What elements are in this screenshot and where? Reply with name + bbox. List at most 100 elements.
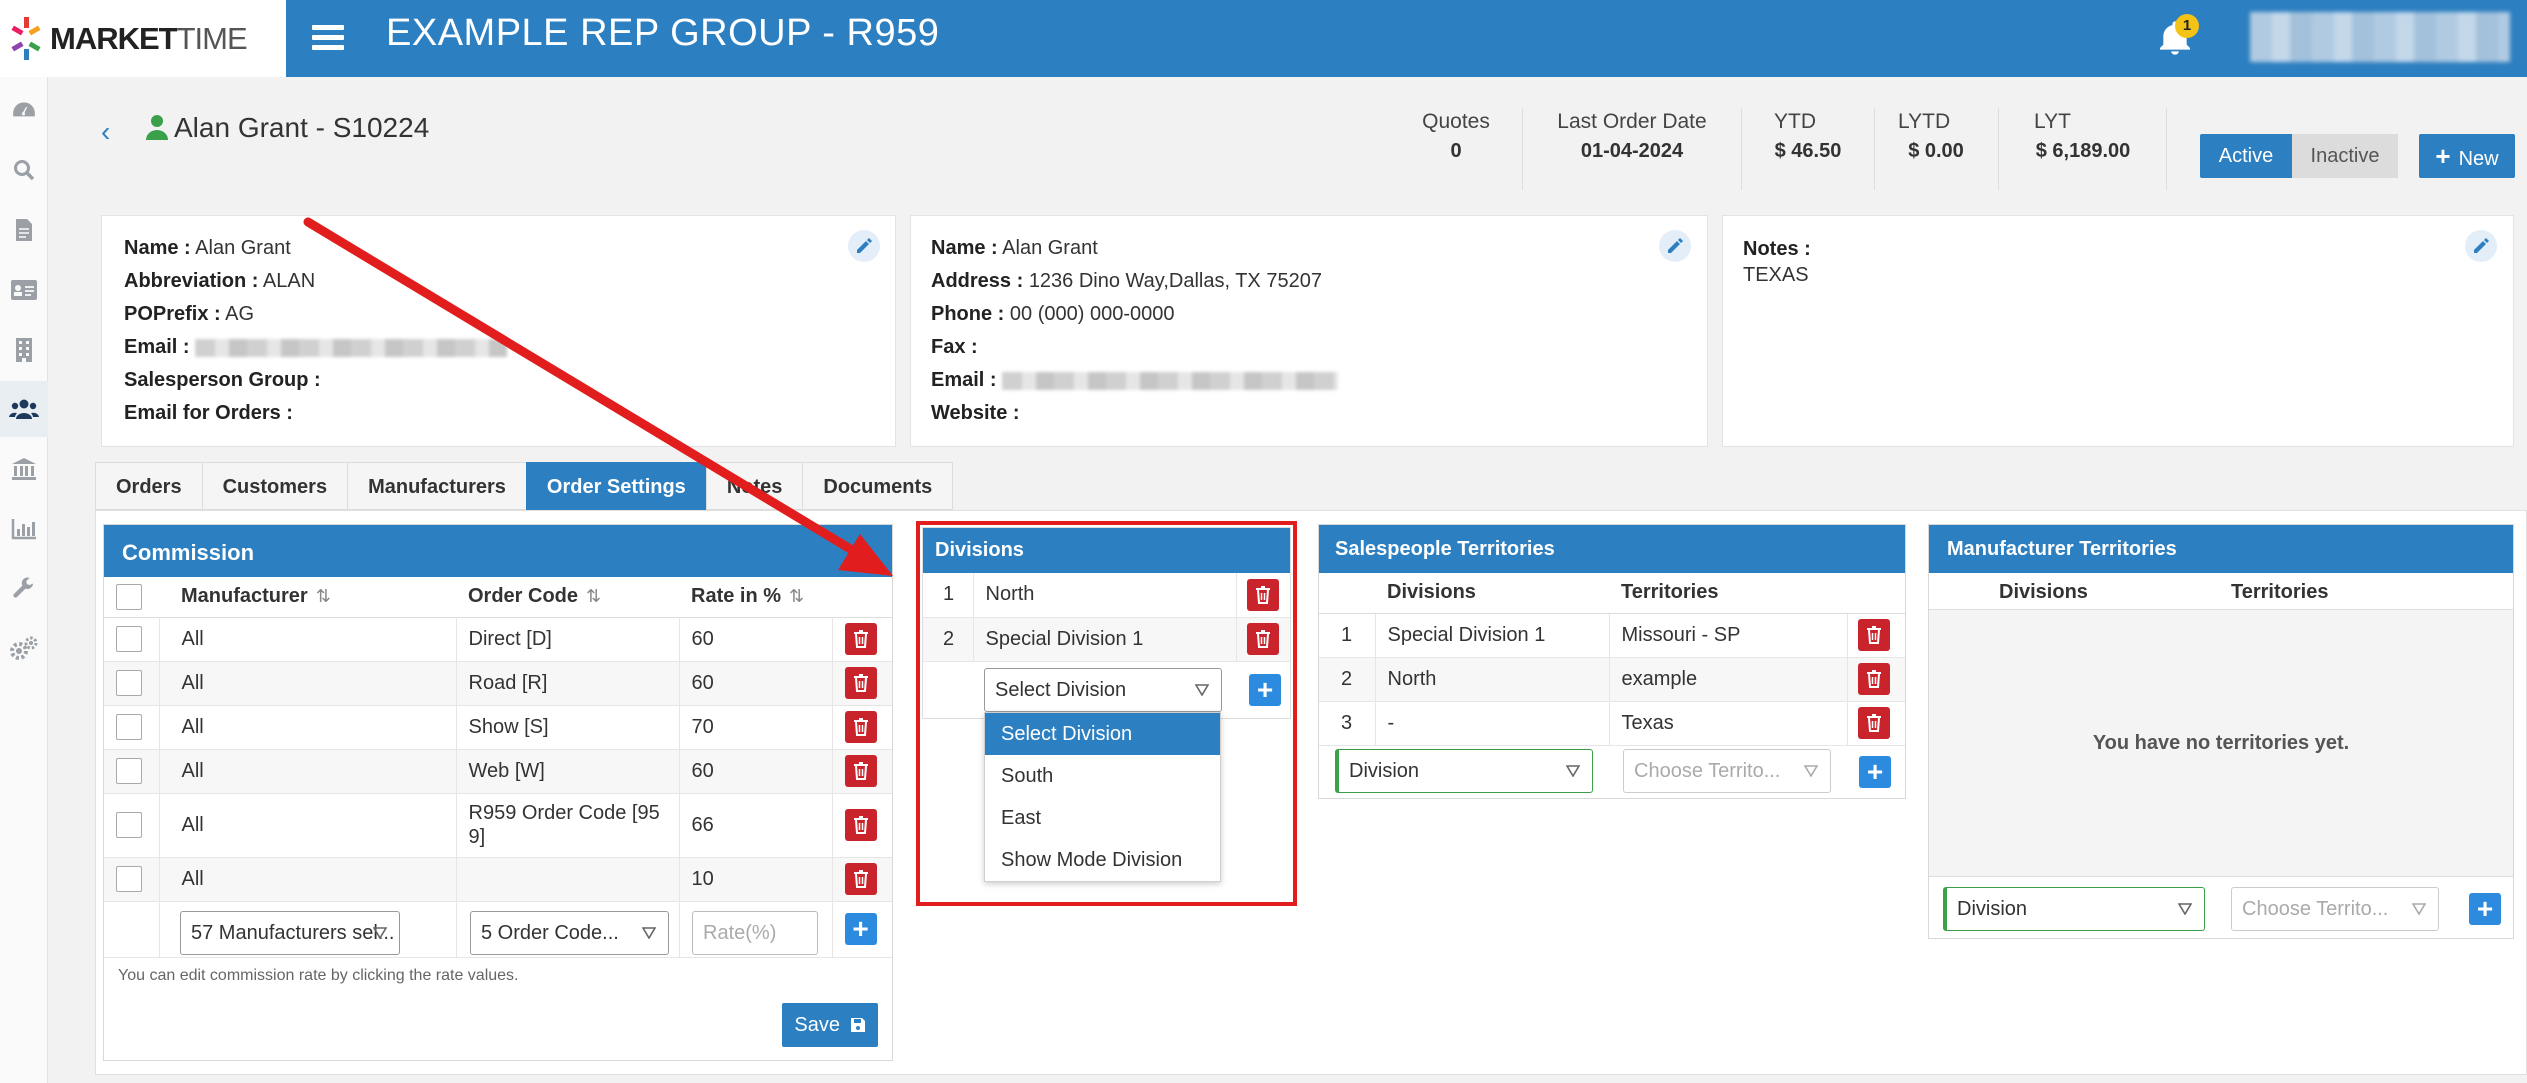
row-checkbox[interactable] <box>116 670 142 696</box>
rate-input[interactable]: Rate(%) <box>692 911 818 955</box>
chevron-down-icon <box>2178 903 2192 915</box>
select-all-checkbox[interactable] <box>116 583 142 610</box>
rate-cell[interactable]: 60 <box>679 661 833 706</box>
tab-orders[interactable]: Orders <box>95 462 203 510</box>
chart-icon[interactable] <box>0 501 48 557</box>
users-icon[interactable] <box>0 381 48 437</box>
trash-icon[interactable] <box>844 623 877 655</box>
sort-icon[interactable]: ⇅ <box>316 586 331 606</box>
bank-icon[interactable] <box>0 441 48 497</box>
trash-icon[interactable] <box>1857 619 1890 651</box>
order-code-column-header[interactable]: Order Code <box>468 585 578 607</box>
territories-column-header: Territories <box>2231 581 2329 603</box>
tab-notes[interactable]: Notes <box>705 462 804 510</box>
user-menu[interactable] <box>2250 12 2510 62</box>
division-select[interactable]: Division <box>1335 749 1593 793</box>
division-select[interactable]: Division <box>1943 887 2205 931</box>
chevron-down-icon <box>2412 903 2426 915</box>
phone-label: Phone : <box>931 303 1005 325</box>
active-toggle-button[interactable]: Active <box>2200 134 2292 178</box>
tab-customers[interactable]: Customers <box>201 462 349 510</box>
division-select[interactable]: Select Division <box>984 668 1222 712</box>
search-icon[interactable] <box>0 142 48 198</box>
rate-column-header[interactable]: Rate in % <box>691 585 781 607</box>
stat-value: $ 6,189.00 <box>2035 140 2131 162</box>
trash-icon[interactable] <box>844 711 877 743</box>
add-territory-plus-icon[interactable]: + <box>2469 893 2501 925</box>
add-commission-plus-icon[interactable]: + <box>844 913 877 945</box>
manufacturer-cell: All <box>159 857 457 902</box>
trash-icon[interactable] <box>844 755 877 787</box>
edit-pencil-icon[interactable] <box>848 230 880 262</box>
manufacturer-cell: All <box>159 661 457 706</box>
trash-icon[interactable] <box>1246 623 1279 655</box>
settings-icon[interactable] <box>0 621 48 677</box>
row-checkbox[interactable] <box>116 758 142 784</box>
row-checkbox[interactable] <box>116 812 142 838</box>
empty-territories-message: You have no territories yet. <box>1929 609 2513 877</box>
back-chevron-icon[interactable]: ‹ <box>101 116 110 148</box>
divisions-table: 1 North 2 Special Division 1 <box>923 573 1290 662</box>
trash-icon[interactable] <box>1857 707 1890 739</box>
rate-cell[interactable]: 60 <box>679 617 833 662</box>
tab-manufacturers[interactable]: Manufacturers <box>347 462 527 510</box>
tab-order-settings[interactable]: Order Settings <box>525 462 707 510</box>
dropdown-option[interactable]: Show Mode Division <box>985 839 1220 881</box>
empty-message-text: You have no territories yet. <box>2092 731 2350 754</box>
contact-card-icon[interactable] <box>0 262 48 318</box>
manufacturer-cell: All <box>159 749 457 794</box>
menu-icon[interactable] <box>312 20 344 54</box>
sort-icon[interactable]: ⇅ <box>789 586 804 606</box>
email-value-redacted <box>195 338 508 357</box>
address-label: Address : <box>931 270 1024 292</box>
rate-cell[interactable]: 10 <box>679 857 833 902</box>
email-label: Email : <box>124 336 190 358</box>
logo[interactable]: MARKETTIME <box>0 0 286 77</box>
dropdown-option[interactable]: East <box>985 797 1220 839</box>
rate-cell[interactable]: 70 <box>679 705 833 750</box>
logo-text-light: TIME <box>176 20 248 56</box>
row-number: 1 <box>923 573 974 618</box>
commission-panel: Commission Manufacturer ⇅ Order Code ⇅ Rat… <box>103 524 893 1061</box>
division-name: Special Division 1 <box>973 617 1237 662</box>
save-button[interactable]: Save <box>782 1003 878 1047</box>
dashboard-icon[interactable] <box>0 83 48 139</box>
rate-cell[interactable]: 66 <box>679 793 833 858</box>
rate-cell[interactable]: 60 <box>679 749 833 794</box>
trash-icon[interactable] <box>844 667 877 699</box>
salespeople-territories-table: Divisions Territories 1 Special Division… <box>1319 573 1905 746</box>
new-button[interactable]: + New <box>2419 134 2515 178</box>
add-territory-plus-icon[interactable]: + <box>1859 756 1891 788</box>
table-header-row: Manufacturer ⇅ Order Code ⇅ Rate in % ⇅ <box>104 577 892 618</box>
manufacturer-column-header[interactable]: Manufacturer <box>181 585 308 607</box>
tab-documents[interactable]: Documents <box>802 462 954 510</box>
row-checkbox[interactable] <box>116 714 142 740</box>
wrench-icon[interactable] <box>0 561 48 617</box>
table-header-row: Divisions Territories <box>1319 573 1905 614</box>
tab-bar: Orders Customers Manufacturers Order Set… <box>95 462 954 510</box>
order-code-select[interactable]: 5 Order Code... <box>470 911 669 955</box>
document-icon[interactable] <box>0 202 48 258</box>
trash-icon[interactable] <box>844 863 877 895</box>
row-checkbox[interactable] <box>116 866 142 892</box>
territory-select[interactable]: Choose Territo... <box>2231 887 2439 931</box>
add-division-plus-icon[interactable]: + <box>1249 674 1281 706</box>
sort-icon[interactable]: ⇅ <box>586 586 601 606</box>
trash-icon[interactable] <box>1857 663 1890 695</box>
territory-cell: Missouri - SP <box>1609 613 1848 658</box>
phone-value: 00 (000) 000-0000 <box>1009 303 1175 325</box>
row-checkbox[interactable] <box>116 626 142 652</box>
chevron-down-icon <box>1566 765 1580 777</box>
trash-icon[interactable] <box>1246 578 1279 611</box>
inactive-toggle-button[interactable]: Inactive <box>2292 134 2398 178</box>
dropdown-option[interactable]: Select Division <box>985 713 1220 755</box>
table-row: 2 Special Division 1 <box>923 617 1290 662</box>
new-button-label: New <box>2458 148 2499 170</box>
territory-select[interactable]: Choose Territo... <box>1623 749 1831 793</box>
edit-pencil-icon[interactable] <box>1659 230 1691 262</box>
dropdown-option[interactable]: South <box>985 755 1220 797</box>
manufacturer-select[interactable]: 57 Manufacturers sel... <box>180 911 400 955</box>
edit-pencil-icon[interactable] <box>2465 230 2497 262</box>
building-icon[interactable] <box>0 322 48 378</box>
trash-icon[interactable] <box>844 809 877 841</box>
